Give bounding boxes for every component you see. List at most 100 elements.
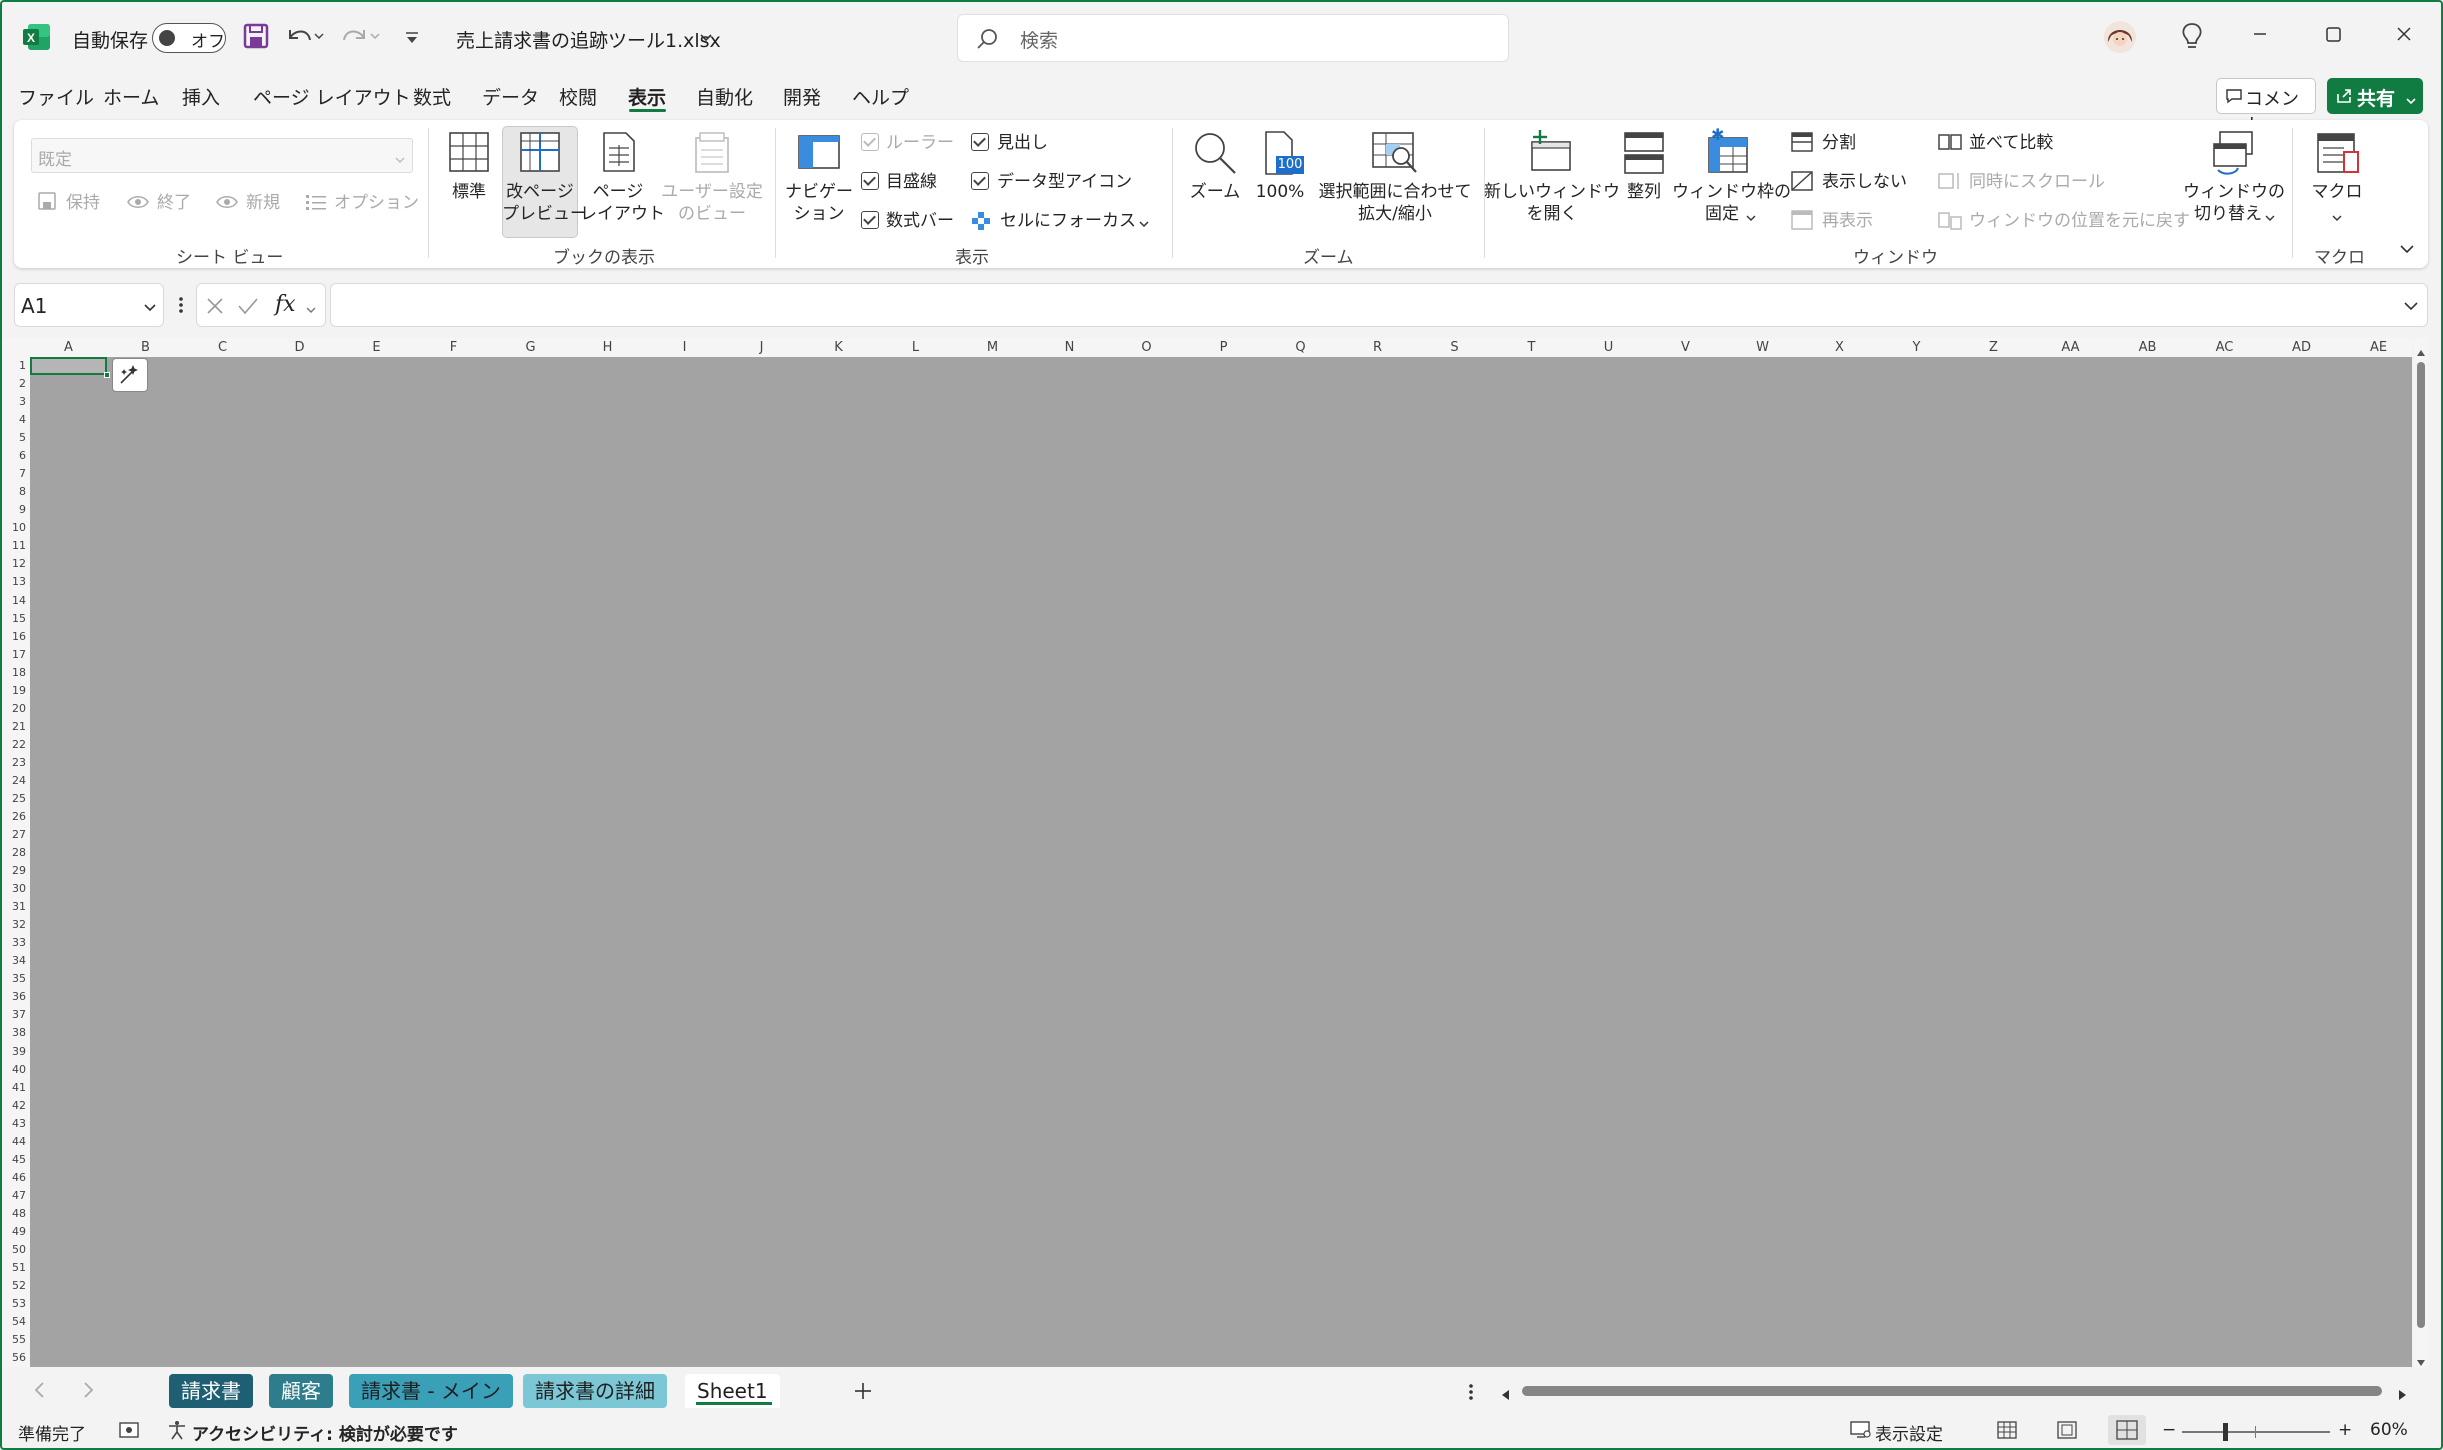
freeze-panes-label-2[interactable]: 固定 [1672,203,1772,225]
row-header[interactable]: 55 [0,1331,26,1349]
headings-label[interactable]: 見出し [997,132,1048,154]
undo-icon[interactable] [284,22,324,50]
switch-windows-icon[interactable] [2210,128,2258,176]
row-header[interactable]: 14 [0,592,26,610]
row-header[interactable]: 20 [0,700,26,718]
row-header[interactable]: 4 [0,411,26,429]
row-header[interactable]: 38 [0,1024,26,1042]
zoom-out-button[interactable]: − [2162,1420,2176,1440]
column-header[interactable]: N [1031,338,1108,357]
row-header[interactable]: 56 [0,1349,26,1367]
zoom-in-button[interactable]: + [2338,1420,2352,1440]
tab-view[interactable]: 表示 [628,83,666,110]
arrange-icon[interactable] [1622,130,1666,176]
column-header[interactable]: F [415,338,492,357]
minimize-icon[interactable] [2240,14,2280,54]
hide-icon[interactable] [1790,170,1814,192]
row-header[interactable]: 1 [0,357,26,375]
row-header[interactable]: 44 [0,1133,26,1151]
column-header[interactable]: X [1801,338,1878,357]
column-header[interactable]: I [646,338,723,357]
zoom-100-icon[interactable]: 100 [1262,130,1304,176]
data-type-icons-label[interactable]: データ型アイコン [997,171,1132,193]
column-header[interactable]: AE [2340,338,2417,357]
zoom-button-label[interactable]: ズーム [1180,181,1250,203]
accessibility-status[interactable]: アクセシビリティ: 検討が必要です [192,1420,458,1445]
sheet-tab-customers[interactable]: 顧客 [269,1374,333,1408]
arrange-label[interactable]: 整列 [1612,181,1676,203]
zoom-selection-icon[interactable] [1370,130,1420,176]
side-by-side-icon[interactable] [1937,131,1963,153]
row-header[interactable]: 48 [0,1205,26,1223]
tab-developer[interactable]: 開発 [783,83,821,110]
column-header[interactable]: T [1493,338,1570,357]
row-header[interactable]: 32 [0,916,26,934]
formula-bar-label[interactable]: 数式バー [886,210,954,232]
column-header[interactable]: M [954,338,1031,357]
column-header[interactable]: D [261,338,338,357]
column-header[interactable]: K [800,338,877,357]
macro-record-icon[interactable] [118,1420,140,1440]
row-header[interactable]: 47 [0,1187,26,1205]
column-header[interactable]: O [1108,338,1185,357]
zoom-selection-label-1[interactable]: 選択範囲に合わせて [1310,181,1480,203]
autosave-toggle[interactable]: オフ [152,23,226,53]
display-settings-icon[interactable] [1849,1420,1873,1440]
macros-icon[interactable] [2314,130,2362,176]
avatar[interactable] [2103,20,2137,54]
column-header[interactable]: P [1185,338,1262,357]
save-icon[interactable] [242,22,270,50]
page-break-status-button[interactable] [2108,1415,2146,1445]
redo-icon[interactable] [340,22,380,50]
name-box[interactable]: A1 [14,283,164,327]
formula-bar-checkbox[interactable] [861,211,879,229]
zoom-selection-label-2[interactable]: 拡大/縮小 [1310,203,1480,225]
row-header[interactable]: 49 [0,1223,26,1241]
row-header[interactable]: 36 [0,988,26,1006]
freeze-panes-icon[interactable]: ✱ [1703,125,1751,176]
column-header[interactable]: R [1339,338,1416,357]
column-header[interactable]: U [1570,338,1647,357]
row-header[interactable]: 50 [0,1241,26,1259]
navigation-icon[interactable] [797,132,841,172]
collapse-ribbon-icon[interactable] [2398,240,2416,258]
page-layout-status-icon[interactable] [2056,1420,2078,1440]
row-header[interactable]: 41 [0,1079,26,1097]
switch-windows-label-2[interactable]: 切り替え [2180,203,2276,225]
insert-function-icon[interactable]: fx [275,292,296,317]
column-header[interactable]: H [569,338,646,357]
side-by-side-label[interactable]: 並べて比較 [1969,132,2053,154]
vertical-scroll-thumb[interactable] [2417,362,2425,1328]
row-header[interactable]: 33 [0,934,26,952]
tab-help[interactable]: ヘルプ [852,83,909,110]
column-header[interactable]: C [184,338,261,357]
row-header[interactable]: 29 [0,862,26,880]
scroll-right-icon[interactable] [2396,1385,2408,1400]
expand-formula-icon[interactable] [2403,298,2419,314]
row-header[interactable]: 6 [0,447,26,465]
row-header[interactable]: 42 [0,1097,26,1115]
column-header[interactable]: L [877,338,954,357]
column-header[interactable]: V [1647,338,1724,357]
row-header[interactable]: 7 [0,465,26,483]
enter-icon[interactable] [237,296,259,316]
tab-formulas[interactable]: 数式 [413,83,451,110]
focus-cell-icon[interactable] [970,210,992,232]
gridlines-checkbox[interactable] [861,172,879,190]
sheet-tab-invoice-details[interactable]: 請求書の詳細 [523,1374,667,1408]
sheet-tab-invoice[interactable]: 請求書 [169,1374,253,1408]
column-header[interactable]: Q [1262,338,1339,357]
row-header[interactable]: 12 [0,555,26,573]
page-layout-label-1[interactable]: ページ [580,181,656,203]
row-header[interactable]: 46 [0,1169,26,1187]
row-header[interactable]: 26 [0,808,26,826]
normal-view-status-icon[interactable] [1996,1420,2018,1440]
tab-options-icon[interactable] [1466,1380,1476,1404]
row-header[interactable]: 18 [0,664,26,682]
row-header[interactable]: 17 [0,646,26,664]
column-header[interactable]: J [723,338,800,357]
normal-view-button[interactable]: 標準 [446,181,492,203]
column-header[interactable]: W [1724,338,1801,357]
row-header[interactable]: 52 [0,1277,26,1295]
cancel-icon[interactable] [205,296,225,316]
